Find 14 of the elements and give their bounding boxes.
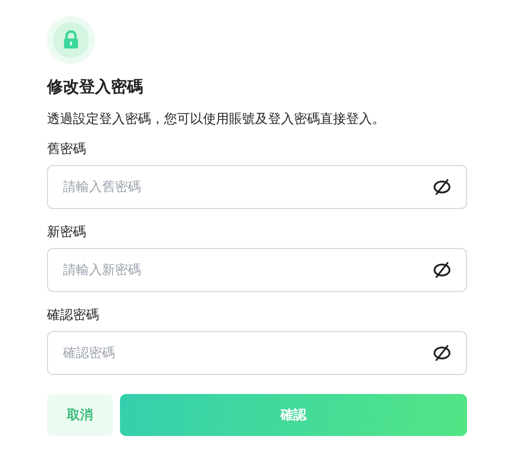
eye-slash-icon[interactable] xyxy=(432,345,452,361)
password-field[interactable]: 請輸入新密碼 xyxy=(47,248,467,292)
field-label: 新密碼 xyxy=(47,224,86,242)
field-label: 確認密碼 xyxy=(47,307,99,325)
confirm-button[interactable]: 確認 xyxy=(120,394,467,436)
cancel-button[interactable]: 取消 xyxy=(47,394,113,436)
eye-slash-icon[interactable] xyxy=(432,262,452,278)
description-text: 透過設定登入密碼，您可以使用賬號及登入密碼直接登入。 xyxy=(47,111,386,129)
field-label: 舊密碼 xyxy=(47,141,86,159)
password-field[interactable]: 請輸入舊密碼 xyxy=(47,165,467,209)
eye-slash-icon[interactable] xyxy=(432,179,452,195)
lock-icon xyxy=(47,16,95,64)
password-field[interactable]: 確認密碼 xyxy=(47,331,467,375)
dialog-title: 修改登入密碼 xyxy=(47,76,144,98)
